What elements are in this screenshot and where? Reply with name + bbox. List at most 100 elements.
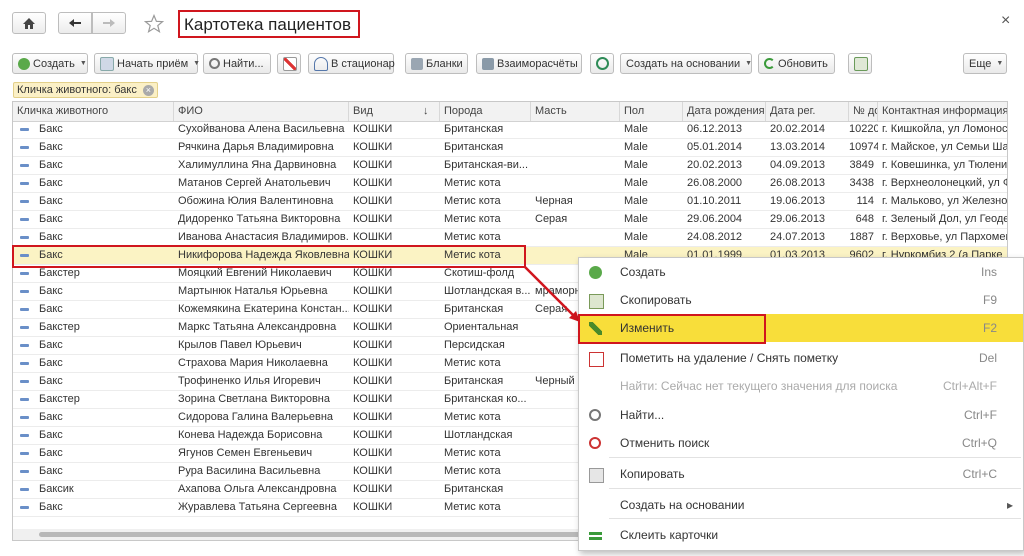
context-menu-item[interactable]: Пометить на удаление / Снять пометку Del [579,344,1023,372]
menu-item-shortcut: F2 [982,321,997,335]
table-row[interactable]: Бакс Сухойванова Алена Васильевна КОШКИ Бри… [13,121,1007,139]
table-cell: г. Кишкойла, ул Ломоносо [882,123,1008,135]
table-cell: Сухойванова Алена Васильевна [178,123,345,135]
column-header[interactable]: Масть [531,102,620,121]
table-row[interactable]: Бакс Халимуллина Яна Дарвиновна КОШКИ Брита… [13,157,1007,175]
start-visit-button[interactable]: Начать приём ▼ [94,53,200,74]
menu-item-label: Найти: Сейчас нет текущего значения для … [620,379,898,393]
table-cell [531,175,620,192]
home-button[interactable] [12,12,46,34]
table-cell: КОШКИ [353,483,393,495]
table-cell: 05.01.2014 [687,141,743,153]
table-cell: г. Верхнеолонецкий, ул Ф [882,177,1008,189]
table-cell: Мартынюк Наталья Юрьевна [178,285,328,297]
table-cell: Метис кота [444,447,501,459]
table-row[interactable]: Бакс Рячкина Дарья Владимировна КОШКИ Брита… [13,139,1007,157]
table-cell: 24.07.2013 [770,231,826,243]
column-header[interactable]: Порода [440,102,531,121]
menu-item-shortcut: Ctrl+F [964,408,997,422]
submenu-arrow-icon: ▸ [1006,498,1013,512]
plus-circle-icon [589,266,602,279]
create-based-button[interactable]: Создать на основании ▼ [620,53,752,74]
more-button[interactable]: Еще ▼ [963,53,1007,74]
star-favorite-icon[interactable] [144,14,164,34]
table-cell: Бакс [39,375,63,387]
cancel-search-button[interactable] [277,53,301,74]
record-icon [20,200,29,203]
table-row[interactable]: Бакс Дидоренко Татьяна Викторовна КОШКИ Мет… [13,211,1007,229]
table-cell: Сидорова Галина Валерьевна [178,411,334,423]
table-cell: 26.08.2000 [687,177,743,189]
cancel-search-icon [589,437,601,449]
table-cell: Ориентальная [444,321,519,333]
table-cell: 01.10.2011 [687,195,742,207]
find-button[interactable]: Найти... [203,53,271,74]
document-icon [100,56,114,71]
create-button[interactable]: Создать ▼ [12,53,88,74]
context-menu-item[interactable]: Создать на основании ▸ [579,491,1023,519]
forward-button[interactable] [92,12,126,34]
table-cell: 26.08.2013 [770,177,826,189]
context-menu-item[interactable]: Склеить карточки [579,521,1023,549]
table-cell: 19.06.2013 [770,195,826,207]
table-cell: Трофиненко Илья Игоревич [178,375,321,387]
merge-icon [589,529,602,542]
record-icon [20,470,29,473]
table-cell: 10220 [849,123,878,135]
refresh-icon [764,58,775,69]
table-cell: Бакс [39,357,63,369]
column-header[interactable]: Дата рождения [683,102,766,121]
column-header[interactable]: Контактная информация [878,102,1007,121]
filter-chip[interactable]: Кличка животного: бакс × [13,82,158,98]
table-cell: Бакс [39,303,63,315]
refresh-button[interactable]: Обновить [758,53,835,74]
context-menu-item[interactable]: Скопировать F9 [579,286,1023,314]
phone-icon [596,57,609,70]
table-cell: 3849 [849,159,874,171]
table-cell: Метис кота [444,411,501,423]
table-cell: Баксик [39,483,74,495]
page-title: Картотека пациентов [178,10,360,38]
back-button[interactable] [58,12,92,34]
table-cell: 3438 [849,177,874,189]
table-row[interactable]: Бакс Матанов Сергей Анатольевич КОШКИ Метис… [13,175,1007,193]
record-icon [20,236,29,239]
hospital-button[interactable]: В стационар [308,53,395,74]
record-icon [20,218,29,221]
export-button[interactable] [848,53,872,74]
table-cell: Шотландская [444,429,513,441]
context-menu-item[interactable]: Найти... Ctrl+F [579,401,1023,429]
table-cell: 10974 [849,141,878,153]
table-cell: Male [624,123,648,135]
column-header[interactable]: Пол [620,102,683,121]
settlements-button[interactable]: Взаиморасчёты [476,53,582,74]
table-cell: Шотландская в... [444,285,531,297]
menu-item-shortcut: Ctrl+C [962,467,997,481]
scrollbar-thumb[interactable] [39,532,591,537]
table-cell: Бакс [39,411,63,423]
context-menu-item[interactable]: Отменить поиск Ctrl+Q [579,429,1023,457]
record-icon [20,506,29,509]
column-header[interactable]: Кличка животного [13,102,174,121]
table-cell: Метис кота [444,465,501,477]
record-icon [20,272,29,275]
column-header[interactable]: ФИО [174,102,349,121]
phone-button[interactable] [590,53,614,74]
record-icon [20,182,29,185]
table-cell: г. Мальково, ул Железно [882,195,1008,207]
table-cell: 13.03.2014 [770,141,826,153]
close-icon[interactable]: × [142,84,154,96]
table-cell: Персидская [444,339,505,351]
column-header[interactable]: № дог. [849,102,878,121]
table-cell: Male [624,177,648,189]
table-cell: КОШКИ [353,141,393,153]
forms-button[interactable]: Бланки [405,53,468,74]
table-cell: Британская [444,123,504,135]
table-cell: КОШКИ [353,231,393,243]
table-row[interactable]: Бакс Обожина Юлия Валентиновна КОШКИ Метис … [13,193,1007,211]
context-menu-item[interactable]: Копировать Ctrl+C [579,460,1023,488]
close-icon[interactable]: × [1001,12,1010,30]
table-cell: 29.06.2004 [687,213,743,225]
context-menu-item[interactable]: Создать Ins [579,258,1023,286]
column-header[interactable]: Дата рег. [766,102,849,121]
